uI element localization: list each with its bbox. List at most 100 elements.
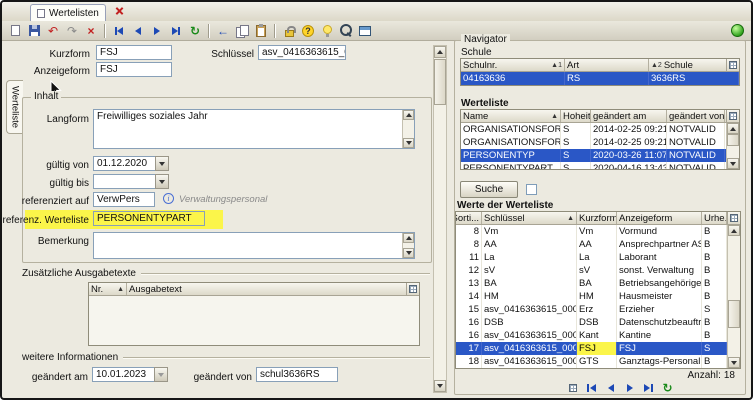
col-geaendert-von[interactable]: geändert von bbox=[667, 110, 725, 122]
col-urheber[interactable]: Urhe... bbox=[702, 212, 727, 224]
nav-first-icon[interactable] bbox=[110, 22, 128, 39]
anzeigeform-field[interactable]: FSJ bbox=[96, 62, 172, 77]
status-indicator-icon[interactable] bbox=[731, 24, 744, 37]
kurzform-field[interactable]: FSJ bbox=[96, 45, 172, 60]
new-record-icon[interactable] bbox=[6, 22, 24, 39]
undo-icon[interactable]: ↶ bbox=[44, 22, 62, 39]
scrollbar-thumb[interactable] bbox=[434, 59, 446, 105]
scroll-up-icon[interactable] bbox=[434, 46, 446, 58]
nav-prev-icon[interactable] bbox=[603, 381, 618, 394]
column-chooser-icon[interactable] bbox=[726, 59, 739, 71]
werteliste-row[interactable]: PERSONENTYPART S 2020-04-16 13:43:27 NOT… bbox=[461, 162, 739, 169]
chevron-down-icon[interactable] bbox=[154, 367, 168, 382]
geaendert-am-combo[interactable]: 10.01.2023 bbox=[92, 367, 168, 382]
cell-anzeigeform: Betriebsangehöriger bbox=[617, 277, 702, 290]
hint-bulb-icon[interactable] bbox=[318, 22, 336, 39]
col-nr[interactable]: Nr.▲ bbox=[89, 283, 127, 295]
nav-next-icon[interactable] bbox=[622, 381, 637, 394]
gueltig-von-combo[interactable]: 01.12.2020 bbox=[93, 156, 169, 171]
back-icon[interactable]: ← bbox=[214, 22, 232, 39]
form-scrollbar[interactable] bbox=[433, 45, 447, 393]
gueltig-bis-combo[interactable] bbox=[93, 174, 169, 189]
help-icon[interactable]: ? bbox=[299, 22, 317, 39]
nav-prev-icon[interactable] bbox=[129, 22, 147, 39]
tab-wertelisten[interactable]: Wertelisten bbox=[30, 4, 106, 21]
werteliste-scrollbar[interactable] bbox=[726, 123, 739, 169]
scroll-up-icon[interactable] bbox=[727, 123, 739, 134]
search-icon[interactable] bbox=[337, 22, 355, 39]
col-art[interactable]: Art bbox=[565, 59, 649, 71]
chevron-down-icon[interactable] bbox=[155, 174, 169, 189]
werte-row[interactable]: 14HMHMHausmeisterB bbox=[456, 290, 740, 303]
column-chooser-icon[interactable] bbox=[726, 110, 739, 122]
werte-row[interactable]: 18asv_0416363615_000000GTSGanztags-Perso… bbox=[456, 355, 740, 368]
save-icon[interactable] bbox=[25, 22, 43, 39]
col-geaendert-am[interactable]: geändert am bbox=[591, 110, 667, 122]
bemerkung-textarea[interactable] bbox=[93, 232, 415, 259]
table-grid-icon[interactable] bbox=[565, 381, 580, 394]
suche-checkbox[interactable] bbox=[526, 184, 537, 195]
werte-row[interactable]: 16asv_0416363615_000KantKantineB bbox=[456, 329, 740, 342]
werte-row[interactable]: 15asv_0416363615_000000ErzErzieherS bbox=[456, 303, 740, 316]
chevron-down-icon[interactable] bbox=[155, 156, 169, 171]
scroll-up-icon[interactable] bbox=[403, 233, 414, 243]
scrollbar-thumb[interactable] bbox=[728, 300, 740, 328]
suche-button[interactable]: Suche bbox=[460, 181, 518, 198]
refresh-icon[interactable]: ↻ bbox=[660, 381, 675, 394]
werte-row[interactable]: 11LaLaLaborantB bbox=[456, 251, 740, 264]
col-schulnr[interactable]: Schulnr.▲1 bbox=[461, 59, 565, 71]
referenz-werteliste-field[interactable]: PERSONENTYPART bbox=[93, 211, 205, 226]
scroll-down-icon[interactable] bbox=[403, 138, 414, 148]
nav-last-icon[interactable] bbox=[167, 22, 185, 39]
col-ausgabetext[interactable]: Ausgabetext bbox=[127, 283, 419, 295]
column-chooser-icon[interactable] bbox=[727, 212, 740, 224]
nav-last-icon[interactable] bbox=[641, 381, 656, 394]
paste-icon[interactable] bbox=[252, 22, 270, 39]
col-sortierung[interactable]: Sorti... bbox=[456, 212, 482, 224]
referenziert-auf-field[interactable]: VerwPers bbox=[93, 192, 155, 207]
copy-icon[interactable] bbox=[233, 22, 251, 39]
werteliste-row[interactable]: ORGANISATIONSFORM S 2014-02-25 09:21:59.… bbox=[461, 123, 739, 136]
column-chooser-icon[interactable] bbox=[406, 283, 419, 295]
werteliste-row[interactable]: ORGANISATIONSFORM SVE S 2014-02-25 09:21… bbox=[461, 136, 739, 149]
werte-row[interactable]: 16DSBDSBDatenschutzbeauftragt...B bbox=[456, 316, 740, 329]
werte-row[interactable]: 12sVsVsonst. VerwaltungB bbox=[456, 264, 740, 277]
werteliste-row-selected[interactable]: PERSONENTYP S 2020-03-26 11:07:56... NOT… bbox=[461, 149, 739, 162]
langform-scrollbar[interactable] bbox=[402, 110, 414, 148]
werte-row[interactable]: 8VmVmVormundB bbox=[456, 225, 740, 238]
window-icon[interactable] bbox=[356, 22, 374, 39]
redo-icon[interactable]: ↷ bbox=[63, 22, 81, 39]
werte-row-selected[interactable]: 17asv_0416363615_000000FSJFSJS bbox=[456, 342, 740, 355]
scrollbar-thumb[interactable] bbox=[727, 134, 739, 146]
scroll-up-icon[interactable] bbox=[728, 225, 740, 236]
schluessel-field[interactable]: asv_0416363615_00 bbox=[258, 45, 346, 60]
gueltig-bis-value[interactable] bbox=[93, 174, 155, 189]
col-schluessel[interactable]: Schlüssel▲ bbox=[482, 212, 577, 224]
scroll-down-icon[interactable] bbox=[728, 357, 740, 368]
side-tab-werteliste[interactable]: Werteliste bbox=[6, 80, 23, 134]
bemerkung-scrollbar[interactable] bbox=[402, 233, 414, 258]
col-kurzform[interactable]: Kurzform bbox=[577, 212, 617, 224]
geaendert-am-value[interactable]: 10.01.2023 bbox=[92, 367, 154, 382]
werte-scrollbar[interactable] bbox=[727, 225, 740, 368]
scroll-down-icon[interactable] bbox=[403, 248, 414, 258]
delete-icon[interactable]: × bbox=[82, 22, 100, 39]
gueltig-von-value[interactable]: 01.12.2020 bbox=[93, 156, 155, 171]
nav-next-icon[interactable] bbox=[148, 22, 166, 39]
scroll-up-icon[interactable] bbox=[403, 110, 414, 120]
scroll-down-icon[interactable] bbox=[434, 380, 446, 392]
werte-row[interactable]: 8AAAAAnsprechpartner ASDB bbox=[456, 238, 740, 251]
werte-row[interactable]: 13BABABetriebsangehörigerB bbox=[456, 277, 740, 290]
cell-art: RS bbox=[565, 72, 649, 85]
lock-icon[interactable] bbox=[280, 22, 298, 39]
schule-row[interactable]: 04163636 RS 3636RS bbox=[461, 72, 739, 85]
nav-first-icon[interactable] bbox=[584, 381, 599, 394]
refresh-icon[interactable]: ↻ bbox=[186, 22, 204, 39]
cell-schluessel: DSB bbox=[482, 316, 577, 329]
col-hoheit[interactable]: Hoheit bbox=[561, 110, 591, 122]
col-anzeigeform[interactable]: Anzeigeform bbox=[617, 212, 702, 224]
langform-textarea[interactable]: Freiwilliges soziales Jahr bbox=[93, 109, 415, 149]
col-name[interactable]: Name▲ bbox=[461, 110, 561, 122]
geaendert-von-field[interactable]: schul3636RS bbox=[256, 367, 338, 382]
scroll-down-icon[interactable] bbox=[727, 158, 739, 169]
